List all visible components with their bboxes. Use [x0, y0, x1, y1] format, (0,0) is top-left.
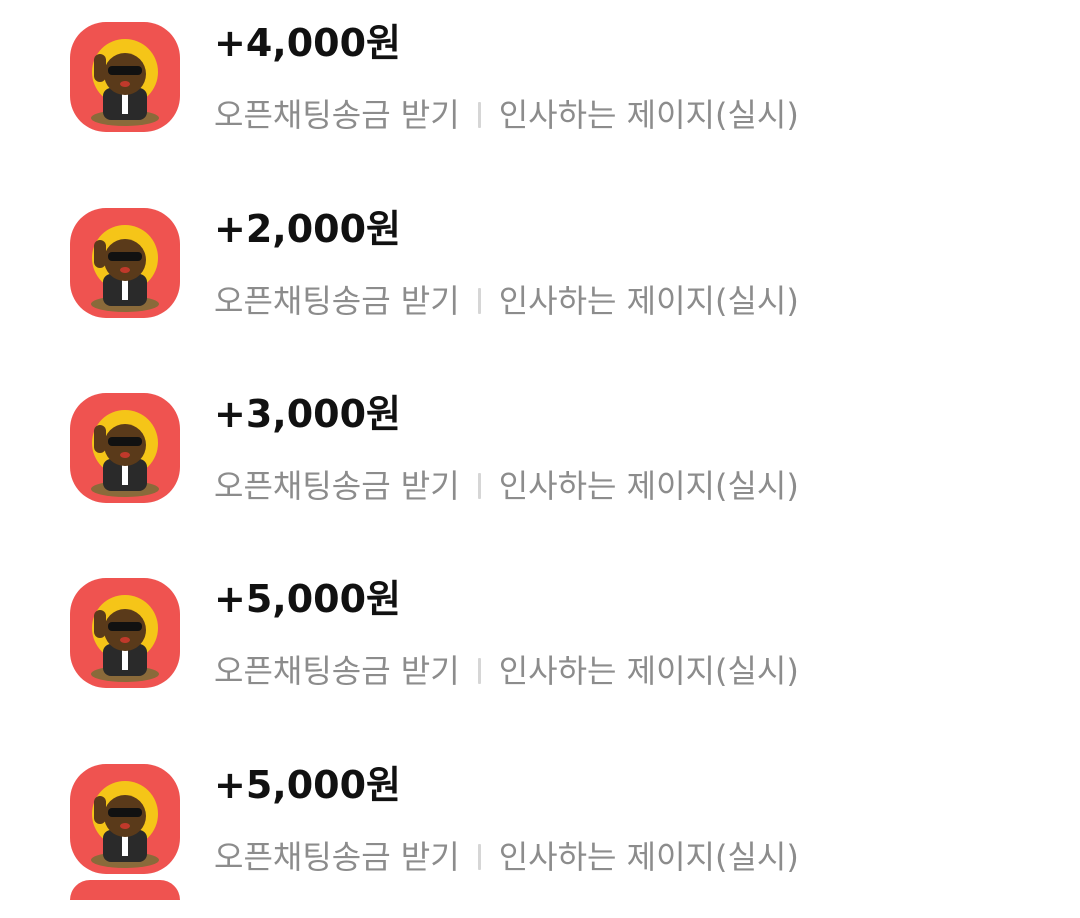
chat-room-name: 인사하는 제이지(실시) [498, 282, 799, 320]
amount-text: +5,000원 [214, 763, 401, 807]
transaction-meta: 오픈채팅송금 받기 인사하는 제이지(실시) [214, 278, 799, 324]
chat-room-name: 인사하는 제이지(실시) [498, 467, 799, 505]
transaction-type: 오픈채팅송금 받기 [214, 467, 460, 505]
jay-g-character-icon [70, 764, 180, 874]
transaction-type: 오픈채팅송금 받기 [214, 96, 460, 134]
transaction-meta: 오픈채팅송금 받기 인사하는 제이지(실시) [214, 92, 799, 138]
transaction-type: 오픈채팅송금 받기 [214, 282, 460, 320]
chat-room-name: 인사하는 제이지(실시) [498, 96, 799, 134]
chat-room-name: 인사하는 제이지(실시) [498, 838, 799, 876]
transaction-meta: 오픈채팅송금 받기 인사하는 제이지(실시) [214, 834, 799, 880]
transaction-list: +4,000원 오픈채팅송금 받기 인사하는 제이지(실시) +2,000원 오… [0, 0, 1080, 887]
separator [477, 473, 481, 499]
amount-text: +4,000원 [214, 21, 401, 65]
jay-g-character-icon [70, 393, 180, 503]
chat-room-name: 인사하는 제이지(실시) [498, 652, 799, 690]
transaction-type: 오픈채팅송금 받기 [214, 838, 460, 876]
separator [477, 658, 481, 684]
transaction-row[interactable]: +4,000원 오픈채팅송금 받기 인사하는 제이지(실시) [0, 0, 1080, 176]
next-row-avatar-partial [70, 880, 180, 900]
amount-text: +5,000원 [214, 577, 401, 621]
jay-g-character-icon [70, 208, 180, 318]
transaction-meta: 오픈채팅송금 받기 인사하는 제이지(실시) [214, 648, 799, 694]
transaction-type: 오픈채팅송금 받기 [214, 652, 460, 690]
jay-g-character-icon [70, 578, 180, 688]
transaction-row[interactable]: +5,000원 오픈채팅송금 받기 인사하는 제이지(실시) [0, 546, 1080, 732]
transaction-row[interactable]: +2,000원 오픈채팅송금 받기 인사하는 제이지(실시) [0, 176, 1080, 362]
separator [477, 102, 481, 128]
separator [477, 844, 481, 870]
transaction-row[interactable]: +3,000원 오픈채팅송금 받기 인사하는 제이지(실시) [0, 361, 1080, 547]
amount-text: +3,000원 [214, 392, 401, 436]
jay-g-character-icon [70, 22, 180, 132]
amount-text: +2,000원 [214, 207, 401, 251]
separator [477, 288, 481, 314]
transaction-meta: 오픈채팅송금 받기 인사하는 제이지(실시) [214, 463, 799, 509]
